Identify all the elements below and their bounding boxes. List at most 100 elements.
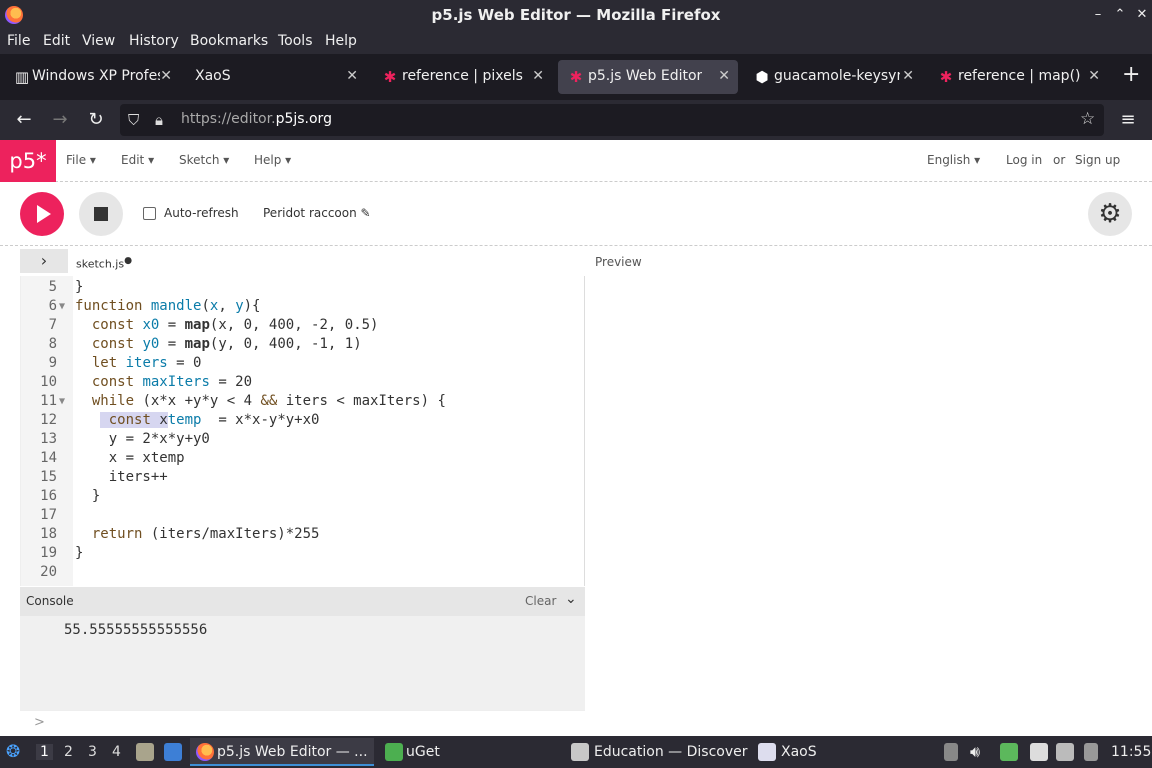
tab-label: Windows XP Profes (32, 68, 160, 84)
workspace-1[interactable]: 1 (36, 744, 53, 760)
code-line[interactable]: 12 const xtemp = x*x-y*y+x0 (21, 411, 584, 430)
tab-xaos[interactable]: XaoS ✕ (186, 60, 366, 94)
code-line[interactable]: 11 ▼ while (x*x +y*y < 4 && iters < maxIt… (21, 392, 584, 411)
reload-icon[interactable]: ↻ (84, 108, 108, 132)
notes-tray-icon[interactable] (1030, 743, 1048, 761)
pencil-icon[interactable]: ✎ (361, 206, 371, 220)
stop-button[interactable] (79, 192, 123, 236)
menu-view[interactable]: View (82, 33, 115, 49)
close-tab-icon[interactable]: ✕ (718, 68, 730, 84)
code-line[interactable]: 18 return (iters/maxIters)*255 (21, 525, 584, 544)
sidebar-toggle-button[interactable]: › (20, 249, 68, 273)
console-output: 55.55555555555556 (20, 616, 585, 710)
close-tab-icon[interactable]: ✕ (1088, 68, 1100, 84)
code-editor[interactable]: 5} 6 ▼ function mandle(x, y){ 7 const x0 =… (20, 276, 585, 586)
start-menu-icon[interactable]: ❂ (6, 742, 20, 762)
code-line[interactable]: 13 y = 2*x*y+y0 (21, 430, 584, 449)
workspace-3[interactable]: 3 (88, 744, 97, 760)
code-line[interactable]: 10 const maxIters = 20 (21, 373, 584, 392)
console-clear-button[interactable]: Clear (525, 594, 556, 608)
p5-menu-edit[interactable]: Edit ▾ (121, 153, 154, 167)
code-line[interactable]: 7 const x0 = map(x, 0, 400, -2, 0.5) (21, 316, 584, 335)
code-line[interactable]: 8 const y0 = map(y, 0, 400, -1, 1) (21, 335, 584, 354)
code-line[interactable]: 20 (21, 563, 584, 582)
fold-arrow-icon[interactable]: ▼ (59, 297, 65, 316)
window-titlebar: p5.js Web Editor — Mozilla Firefox – ⌃ ✕ (0, 0, 1152, 30)
p5-menu-file[interactable]: File ▾ (66, 153, 96, 167)
close-window-button[interactable]: ✕ (1132, 5, 1152, 25)
hamburger-menu-icon[interactable]: ≡ (1116, 108, 1140, 132)
console-log-value: 55.55555555555556 (64, 622, 208, 638)
close-tab-icon[interactable]: ✕ (160, 68, 172, 84)
url-text[interactable]: https://editor.p5js.org (181, 111, 332, 127)
window-title: p5.js Web Editor — Mozilla Firefox (431, 6, 721, 24)
code-line[interactable]: 5} (21, 278, 584, 297)
minimize-button[interactable]: – (1088, 5, 1108, 25)
menu-edit[interactable]: Edit (43, 33, 70, 49)
lock-icon[interactable]: 🔒︎ (155, 111, 163, 129)
auto-refresh-checkbox[interactable] (143, 207, 156, 220)
uget-icon (385, 743, 403, 761)
code-line[interactable]: 9 let iters = 0 (21, 354, 584, 373)
p5-logo[interactable]: p5* (0, 140, 56, 182)
tab-label: reference | pixels (402, 68, 523, 84)
tab-label: reference | map() (958, 68, 1081, 84)
tab-windows-xp[interactable]: ▥ Windows XP Profes ✕ (4, 60, 180, 94)
menu-tools[interactable]: Tools (278, 33, 313, 49)
taskbar-app-uget[interactable]: uGet (406, 744, 440, 760)
back-arrow-icon[interactable]: ← (12, 108, 36, 132)
gear-icon[interactable]: ⚙ (1088, 192, 1132, 236)
close-tab-icon[interactable]: ✕ (902, 68, 914, 84)
code-line[interactable]: 16 } (21, 487, 584, 506)
tab-reference-pixels[interactable]: ✱ reference | pixels ✕ (372, 60, 552, 94)
shield-icon[interactable]: ⛉ (128, 111, 139, 129)
code-line[interactable]: 15 iters++ (21, 468, 584, 487)
taskbar-app-firefox[interactable]: p5.js Web Editor — ... (217, 744, 368, 760)
display-tray-icon[interactable] (1056, 743, 1074, 761)
taskbar-app-discover[interactable]: Education — Discover (594, 744, 747, 760)
uget-tray-icon[interactable] (1000, 743, 1018, 761)
code-line[interactable]: 17 (21, 506, 584, 525)
tab-reference-map[interactable]: ✱ reference | map() ✕ (928, 60, 1108, 94)
code-line[interactable]: 6 ▼ function mandle(x, y){ (21, 297, 584, 316)
file-tab-sketch-js[interactable]: sketch.js● (76, 255, 132, 271)
chevron-right-icon: › (40, 251, 48, 270)
tab-p5-web-editor[interactable]: ✱ p5.js Web Editor ✕ (558, 60, 738, 94)
menu-help[interactable]: Help (325, 33, 357, 49)
preview-canvas[interactable] (586, 276, 1152, 736)
p5-menu-sketch[interactable]: Sketch ▾ (179, 153, 229, 167)
p5-menu-help[interactable]: Help ▾ (254, 153, 291, 167)
volume-icon[interactable]: 🔊︎ (970, 742, 980, 762)
close-tab-icon[interactable]: ✕ (346, 68, 358, 84)
forward-arrow-icon[interactable]: → (48, 108, 72, 132)
file-manager-icon[interactable] (136, 743, 154, 761)
console-prompt: > (34, 715, 45, 730)
menu-history[interactable]: History (129, 33, 179, 49)
language-select[interactable]: English ▾ (927, 153, 980, 167)
desktop-icon[interactable] (164, 743, 182, 761)
tab-guacamole-keysym[interactable]: ⬢ guacamole-keysym ✕ (744, 60, 922, 94)
bookmark-star-icon[interactable]: ☆ (1080, 109, 1095, 129)
url-bar[interactable]: ⛉ 🔒︎ https://editor.p5js.org ☆ (120, 104, 1104, 136)
taskbar-app-xaos[interactable]: XaoS (781, 744, 817, 760)
menu-file[interactable]: File (7, 33, 30, 49)
console-input[interactable]: > (20, 710, 585, 736)
maximize-button[interactable]: ⌃ (1110, 5, 1130, 25)
signup-link[interactable]: Sign up (1075, 153, 1120, 167)
clipboard-icon[interactable] (944, 743, 958, 761)
network-tray-icon[interactable] (1084, 743, 1098, 761)
chevron-down-icon[interactable]: ⌄ (565, 591, 577, 607)
workspace-2[interactable]: 2 (64, 744, 73, 760)
close-tab-icon[interactable]: ✕ (532, 68, 544, 84)
code-line[interactable]: 14 x = xtemp (21, 449, 584, 468)
or-text: or (1053, 153, 1066, 167)
fold-arrow-icon[interactable]: ▼ (59, 392, 65, 411)
menu-bookmarks[interactable]: Bookmarks (190, 33, 268, 49)
workspace-4[interactable]: 4 (112, 744, 121, 760)
new-tab-button[interactable]: + (1122, 62, 1140, 87)
play-button[interactable] (20, 192, 64, 236)
sketch-name[interactable]: Peridot raccoon ✎ (263, 206, 371, 220)
login-link[interactable]: Log in (1006, 153, 1042, 167)
console-header: Console Clear ⌄ (20, 587, 585, 616)
code-line[interactable]: 19} (21, 544, 584, 563)
